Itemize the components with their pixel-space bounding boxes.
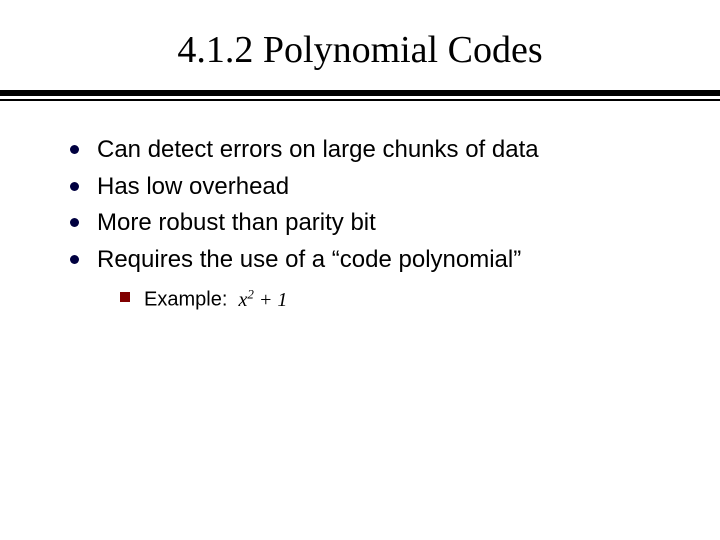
example-label: Example: (144, 289, 227, 311)
title-rule (0, 90, 720, 101)
sub-list-item: Example: x2 + 1 (120, 286, 670, 312)
bullet-text: Has low overhead (97, 172, 289, 203)
bullet-dot-icon (70, 182, 79, 191)
content-area: Can detect errors on large chunks of dat… (0, 101, 720, 312)
bullet-text: Requires the use of a “code polynomial” (97, 245, 521, 276)
slide-title: 4.1.2 Polynomial Codes (0, 28, 720, 72)
bullet-square-icon (120, 292, 130, 302)
slide: 4.1.2 Polynomial Codes Can detect errors… (0, 0, 720, 540)
bullet-dot-icon (70, 255, 79, 264)
sub-bullet-text: Example: x2 + 1 (144, 286, 287, 312)
list-item: Can detect errors on large chunks of dat… (70, 135, 670, 166)
list-item: Has low overhead (70, 172, 670, 203)
list-item: More robust than parity bit (70, 208, 670, 239)
rule-thick (0, 90, 720, 96)
bullet-text: Can detect errors on large chunks of dat… (97, 135, 539, 166)
expr-tail: + 1 (254, 289, 288, 311)
bullet-text: More robust than parity bit (97, 208, 376, 239)
bullet-dot-icon (70, 218, 79, 227)
bullet-dot-icon (70, 145, 79, 154)
list-item: Requires the use of a “code polynomial” (70, 245, 670, 276)
example-expression: x2 + 1 (239, 289, 288, 311)
